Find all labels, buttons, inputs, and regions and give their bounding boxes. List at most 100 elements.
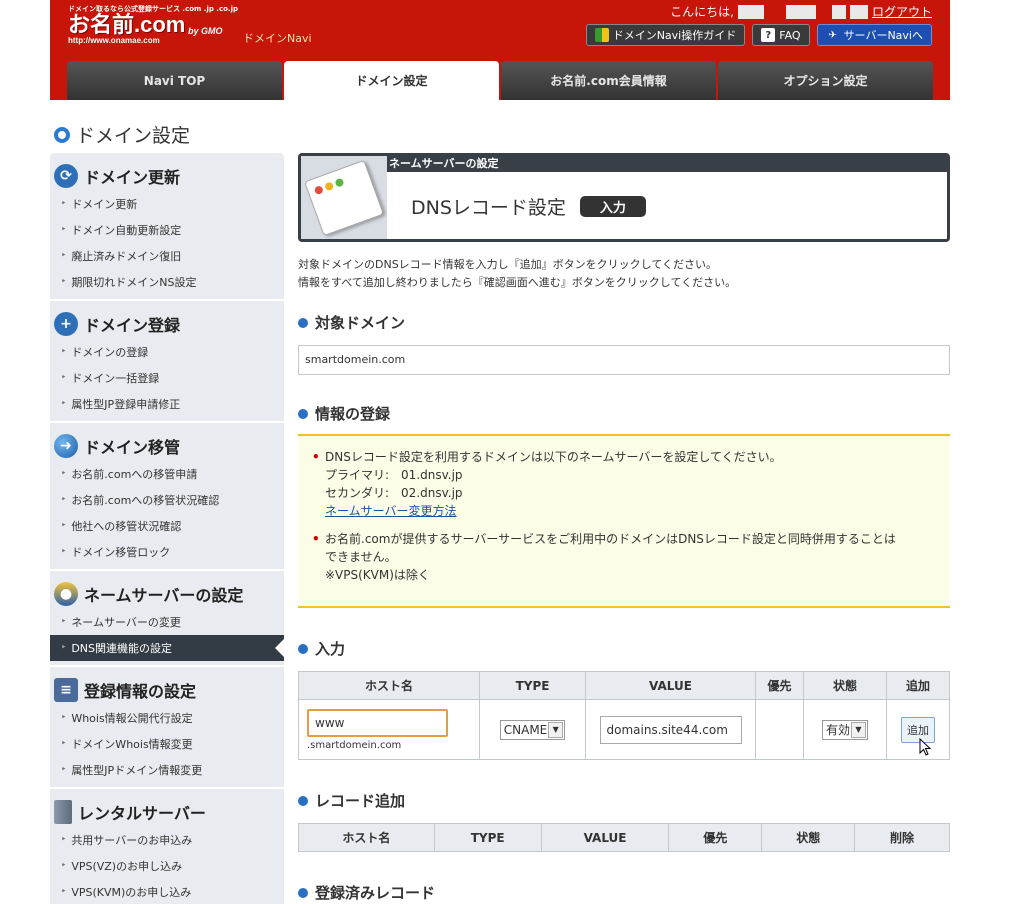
host-input[interactable]: www	[307, 708, 448, 737]
host-cell: www .smartdomein.com	[298, 699, 480, 760]
logo-url: http://www.onamae.com	[68, 36, 160, 45]
guide-button[interactable]: ドメインNavi操作ガイド	[585, 24, 746, 46]
navi-label: ドメインNavi	[243, 32, 312, 45]
server-navi-icon: ✈	[828, 29, 837, 41]
tab-domain-settings[interactable]: ドメイン設定	[284, 61, 499, 100]
status-cell: 有効 ▼	[803, 699, 887, 760]
sidebar-item-outbound-status[interactable]: 他社への移管状況確認	[50, 513, 284, 539]
sidebar-heading-label: 登録情報の設定	[84, 682, 197, 701]
sidebar-item-vps-vz[interactable]: VPS(VZ)のお申し込み	[50, 853, 284, 879]
notice-item: お名前.comが提供するサーバーサービスをご利用中のドメインはDNSレコード設定…	[312, 530, 936, 584]
status-select[interactable]: 有効 ▼	[821, 719, 868, 740]
sidebar-item-domain-register[interactable]: ドメインの登録	[50, 339, 284, 365]
col-add: 追加	[886, 671, 950, 700]
sidebar-item-restore-domain[interactable]: 廃止済みドメイン復旧	[50, 243, 284, 269]
red-dot	[313, 184, 324, 195]
value-cell: domains.site44.com	[585, 699, 756, 760]
tab-member-info[interactable]: お名前.com会員情報	[501, 61, 716, 100]
sidebar-heading: レンタルサーバー	[50, 797, 284, 827]
sidebar-item-nameserver-change[interactable]: ネームサーバーの変更	[50, 609, 284, 635]
sidebar-heading-label: ドメイン更新	[84, 168, 181, 187]
col-value: VALUE	[540, 823, 670, 852]
sidebar-item-whois-proxy[interactable]: Whois情報公開代行設定	[50, 705, 284, 731]
sidebar-heading: ● ネームサーバーの設定	[50, 579, 284, 609]
mouse-cursor-icon	[919, 738, 931, 756]
col-delete: 削除	[854, 823, 950, 852]
sidebar-item-auto-renewal[interactable]: ドメイン自動更新設定	[50, 217, 284, 243]
onamae-logo[interactable]: ドメイン取るなら公式登録サービス .com .jp .co.jp お名前.com…	[68, 4, 238, 46]
page-title-text: ドメイン設定	[76, 125, 191, 147]
add-cell: 追加	[886, 699, 950, 760]
browser-window-icon	[304, 159, 384, 236]
chevron-down-icon: ▼	[851, 721, 866, 738]
section-title-registered: 登録済みレコード	[298, 882, 950, 903]
table-row: www .smartdomein.com CNAME ▼ domains.sit…	[298, 699, 950, 760]
title-ring-icon	[54, 126, 70, 143]
main-content: ネームサーバーの設定 DNSレコード設定 入力 対象ドメインのDNSレコード情報…	[298, 153, 950, 903]
sidebar-section-registration: + ドメイン登録 ドメインの登録 ドメイン一括登録 属性型JP登録申請修正	[50, 301, 284, 423]
refresh-icon: ⟳	[54, 164, 78, 188]
yellow-dot	[324, 180, 335, 192]
site-header: ドメイン取るなら公式登録サービス .com .jp .co.jp お名前.com…	[50, 0, 950, 100]
info-notice: DNSレコード設定を利用するドメインは以下のネームサーバーを設定してください。 …	[298, 434, 950, 608]
sidebar-item-shared-server[interactable]: 共用サーバーのお申込み	[50, 827, 284, 853]
sidebar-heading-label: ネームサーバーの設定	[84, 586, 244, 605]
sidebar-item-transfer-lock[interactable]: ドメイン移管ロック	[50, 539, 284, 565]
col-value: VALUE	[585, 671, 756, 700]
sidebar-heading: ➜ ドメイン移管	[50, 431, 284, 461]
notice-text: できません。	[325, 550, 397, 564]
sidebar-item-transfer-request[interactable]: お名前.comへの移管申請	[50, 461, 284, 487]
logout-link[interactable]: ログアウト	[872, 3, 932, 20]
value-input[interactable]: domains.site44.com	[599, 715, 742, 744]
bullet-icon	[298, 887, 308, 898]
sidebar-heading: + ドメイン登録	[50, 309, 284, 339]
sidebar-item-domain-renewal[interactable]: ドメイン更新	[50, 191, 284, 217]
bullet-icon	[298, 643, 308, 654]
nameserver-change-link[interactable]: ネームサーバー変更方法	[325, 504, 457, 518]
col-type: TYPE	[479, 671, 586, 700]
gmo-logo: by GMO	[188, 26, 223, 36]
type-select[interactable]: CNAME ▼	[499, 719, 566, 740]
sidebar-item-expired-ns[interactable]: 期限切れドメインNS設定	[50, 269, 284, 295]
window-dots	[313, 176, 345, 195]
sidebar-heading-label: ドメイン移管	[84, 438, 181, 457]
sidebar-heading: ≡ 登録情報の設定	[50, 675, 284, 705]
notice-text: お名前.comが提供するサーバーサービスをご利用中のドメインはDNSレコード設定…	[325, 532, 896, 546]
host-suffix: .smartdomein.com	[307, 739, 402, 751]
section-title-input: 入力	[298, 638, 950, 659]
faq-button[interactable]: ? FAQ	[752, 24, 810, 46]
table-header-row: ホスト名 TYPE VALUE 優先 状態 削除	[298, 823, 950, 852]
sidebar-item-jp-info-change[interactable]: 属性型JPドメイン情報変更	[50, 757, 284, 783]
notice-item: DNSレコード設定を利用するドメインは以下のネームサーバーを設定してください。 …	[312, 448, 936, 520]
section-title-text: 登録済みレコード	[315, 884, 436, 902]
col-status: 状態	[803, 671, 887, 700]
tab-navi-top[interactable]: Navi TOP	[67, 61, 282, 100]
record-add-table: ホスト名 TYPE VALUE 優先 状態 削除	[298, 823, 950, 852]
instruction-line: 対象ドメインのDNSレコード情報を入力し『追加』ボタンをクリックしてください。	[298, 258, 718, 271]
tab-option-settings[interactable]: オプション設定	[718, 61, 933, 100]
sidebar-section-nameserver: ● ネームサーバーの設定 ネームサーバーの変更 DNS関連機能の設定	[50, 571, 284, 667]
instruction-line: 情報をすべて追加し終わりましたら『確認画面へ進む』ボタンをクリックしてください。	[298, 276, 737, 289]
server-navi-button[interactable]: ✈ サーバーNaviへ	[816, 24, 932, 46]
col-priority: 優先	[755, 671, 804, 700]
sidebar-item-vps-kvm[interactable]: VPS(KVM)のお申し込み	[50, 879, 284, 904]
sidebar-section-registration-info: ≡ 登録情報の設定 Whois情報公開代行設定 ドメインWhois情報変更 属性…	[50, 667, 284, 789]
greeting-text: こんにちは,	[670, 5, 734, 19]
step-badge: 入力	[579, 196, 646, 217]
main-tabs: Navi TOP ドメイン設定 お名前.com会員情報 オプション設定	[67, 61, 933, 100]
sidebar-item-jp-application[interactable]: 属性型JP登録申請修正	[50, 391, 284, 417]
col-priority: 優先	[668, 823, 763, 852]
sidebar-section-transfer: ➜ ドメイン移管 お名前.comへの移管申請 お名前.comへの移管状況確認 他…	[50, 423, 284, 571]
masked-username	[737, 4, 764, 19]
section-title-target-domain: 対象ドメイン	[298, 312, 950, 333]
input-table: ホスト名 TYPE VALUE 優先 状態 追加 www .smartdomei…	[298, 671, 950, 760]
col-type: TYPE	[433, 823, 542, 852]
sidebar-item-transfer-status[interactable]: お名前.comへの移管状況確認	[50, 487, 284, 513]
table-header-row: ホスト名 TYPE VALUE 優先 状態 追加	[298, 671, 950, 700]
bullet-icon	[298, 795, 308, 806]
sidebar-item-dns-settings[interactable]: DNS関連機能の設定	[50, 635, 284, 661]
sidebar-item-bulk-register[interactable]: ドメイン一括登録	[50, 365, 284, 391]
plus-icon: +	[54, 312, 78, 336]
primary-nameserver: プライマリ: 01.dnsv.jp	[325, 468, 463, 482]
sidebar-item-whois-change[interactable]: ドメインWhois情報変更	[50, 731, 284, 757]
